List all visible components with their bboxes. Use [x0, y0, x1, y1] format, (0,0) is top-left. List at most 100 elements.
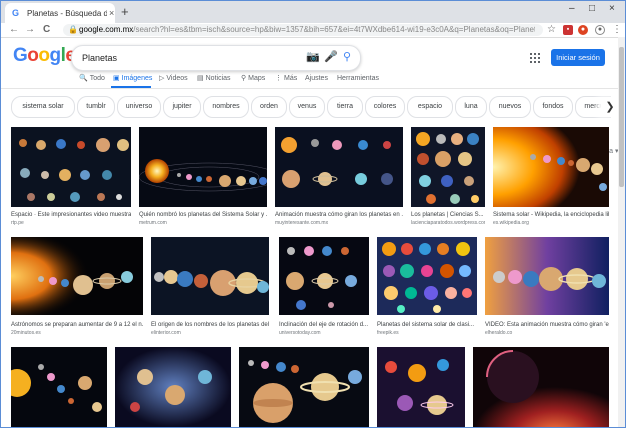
search-icon[interactable]: ⚲ — [343, 50, 351, 64]
result-caption[interactable]: Quién nombró los planetas del Sistema So… — [139, 211, 267, 219]
tab-more[interactable]: ⋮ Más — [275, 73, 297, 85]
image-result[interactable] — [275, 127, 403, 207]
new-tab-button[interactable]: + — [121, 4, 129, 19]
chip[interactable]: jupiter — [163, 96, 201, 118]
tab-tools[interactable]: Herramientas — [337, 73, 379, 85]
result-caption[interactable]: Animación muestra cómo giran los planeta… — [275, 211, 403, 219]
result-caption[interactable]: Espacio · Este impresionantes video mues… — [11, 211, 131, 219]
video-icon: ▷ — [159, 75, 165, 82]
logo-letter: g — [49, 45, 62, 66]
image-result[interactable] — [11, 237, 143, 315]
result-caption[interactable]: Los planetas | Ciencias S... — [411, 211, 485, 219]
result-caption[interactable]: Inclinación del eje de rotación d... — [279, 321, 369, 329]
chevron-right-icon[interactable]: ❯ — [601, 97, 619, 117]
google-logo[interactable]: Google — [13, 45, 76, 67]
camera-icon[interactable]: 📷 — [306, 50, 320, 64]
extension-red-icon[interactable]: ● — [578, 25, 588, 35]
forward-icon[interactable]: → — [25, 23, 35, 37]
planets-classification-image — [377, 237, 477, 315]
logo-letter: o — [27, 45, 39, 66]
image-result[interactable] — [151, 237, 269, 315]
active-tab-indicator — [111, 86, 151, 88]
result-source: metrum.com — [139, 220, 167, 226]
apps-grid-icon[interactable] — [530, 53, 540, 63]
chip[interactable]: fondos — [533, 96, 573, 118]
extension-icon[interactable]: ▪ — [563, 25, 573, 35]
planets-set-image — [411, 127, 485, 207]
scrollbar-thumb[interactable] — [619, 47, 624, 187]
chip[interactable]: nombres — [203, 96, 249, 118]
page-scrollbar[interactable] — [618, 37, 625, 427]
chip[interactable]: tumblr — [77, 96, 115, 118]
address-bar[interactable]: 🔒 google.com.mx/search?hl=es&tbm=isch&so… — [63, 24, 543, 36]
chip[interactable]: orden — [251, 96, 287, 118]
result-source: elinterior.com — [151, 330, 181, 336]
search-tabs: 🔍 Todo ▣ Imágenes ▷ Videos ▤ Noticias ⚲ Maps … — [1, 73, 625, 155]
result-source: muyinteresante.com.mx — [275, 220, 329, 226]
profile-icon[interactable]: ● — [595, 25, 605, 35]
planets-row-image — [151, 237, 269, 315]
tab-all[interactable]: 🔍 Todo — [79, 73, 105, 85]
result-source: es.wikipedia.org — [493, 220, 529, 226]
tab-news[interactable]: ▤ Noticias — [197, 73, 231, 85]
search-input[interactable] — [80, 50, 304, 66]
axial-tilt-image — [279, 237, 369, 315]
result-caption[interactable]: El origen de los nombres de los planetas… — [151, 321, 269, 329]
tab-label: Videos — [166, 75, 188, 82]
news-icon: ▤ — [197, 75, 204, 82]
menu-icon[interactable]: ⋮ — [612, 23, 622, 37]
result-caption[interactable]: Planetas del sistema solar de clasi... — [377, 321, 477, 329]
chip[interactable]: nuevos — [489, 96, 531, 118]
signin-button[interactable]: Iniciar sesión — [551, 49, 605, 66]
microphone-icon[interactable]: 🎤 — [324, 50, 338, 64]
image-result[interactable] — [485, 237, 609, 315]
tab-settings[interactable]: Ajustes — [305, 73, 328, 85]
result-source: universotoday.com — [279, 330, 321, 336]
google-favicon-icon: G — [12, 8, 20, 18]
result-caption[interactable]: Astrónomos se preparan aumentar de 9 a 1… — [11, 321, 143, 329]
image-result[interactable] — [239, 347, 369, 427]
image-result[interactable] — [377, 347, 465, 427]
chip[interactable]: luna — [455, 96, 487, 118]
tab-videos[interactable]: ▷ Videos — [159, 73, 188, 85]
logo-letter: o — [38, 45, 50, 66]
reload-icon[interactable]: C — [43, 23, 50, 37]
chip[interactable]: colores — [365, 96, 405, 118]
chip[interactable]: tierra — [327, 96, 363, 118]
result-source: elheraldo.co — [485, 330, 513, 336]
close-window-icon[interactable]: × — [609, 3, 615, 14]
result-source: 20minutos.es — [11, 330, 41, 336]
browser-tab[interactable]: G Planetas - Búsqueda de Google × — [5, 3, 115, 23]
image-result[interactable] — [411, 127, 485, 207]
tab-maps[interactable]: ⚲ Maps — [241, 73, 265, 85]
image-result[interactable] — [279, 237, 369, 315]
image-result[interactable] — [139, 127, 267, 207]
image-result[interactable] — [11, 127, 131, 207]
tab-images[interactable]: ▣ Imágenes — [113, 73, 152, 85]
solar-orbit-image — [11, 347, 107, 427]
result-caption[interactable]: Sistema solar - Wikipedia, la encicloped… — [493, 211, 609, 219]
maximize-icon[interactable]: □ — [589, 3, 595, 14]
space-planets-image — [377, 347, 465, 427]
search-box: 📷 🎤 ⚲ — [71, 45, 361, 71]
chip[interactable]: universo — [117, 96, 161, 118]
browser-window: G Planetas - Búsqueda de Google × + – □ … — [0, 0, 626, 428]
map-pin-icon: ⚲ — [241, 75, 247, 82]
result-source: lacienciaparatodos.wordpress.com — [411, 220, 485, 226]
minimize-icon[interactable]: – — [569, 3, 575, 14]
planets-chart-image — [11, 127, 131, 207]
image-result[interactable] — [493, 127, 609, 207]
chip[interactable]: venus — [289, 96, 325, 118]
chip[interactable]: espacio — [407, 96, 453, 118]
image-result[interactable] — [115, 347, 231, 427]
image-result[interactable] — [377, 237, 477, 315]
tab-close-icon[interactable]: × — [109, 8, 114, 18]
result-caption[interactable]: VIDEO: Esta animación muestra cómo giran… — [485, 321, 609, 329]
image-result[interactable] — [473, 347, 609, 427]
back-icon[interactable]: ← — [9, 23, 19, 37]
star-icon[interactable]: ☆ — [547, 23, 556, 37]
image-result[interactable] — [11, 347, 107, 427]
red-planet-image — [473, 347, 609, 427]
chip[interactable]: sistema solar — [11, 96, 75, 118]
sun-planets-image — [493, 127, 609, 207]
